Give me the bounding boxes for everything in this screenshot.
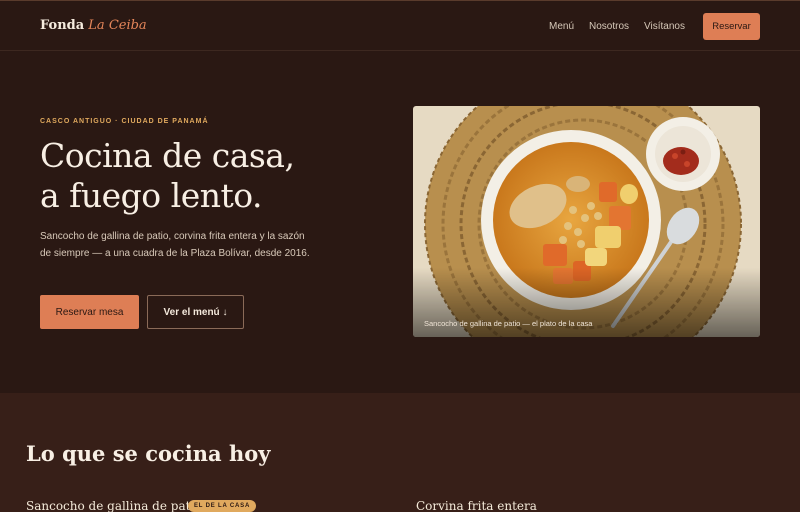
reservar-mesa-button[interactable]: Reservar mesa bbox=[40, 295, 139, 329]
reservar-button[interactable]: Reservar bbox=[703, 13, 760, 40]
logo-name: Fonda bbox=[40, 18, 85, 33]
hero-eyebrow: CASCO ANTIGUO · CIUDAD DE PANAMÁ bbox=[40, 118, 209, 125]
sancocho-photo bbox=[413, 106, 760, 337]
image-caption: Sancocho de gallina de patio — el plato … bbox=[424, 319, 593, 328]
headline-line-2: a fuego lento. bbox=[40, 176, 263, 215]
house-special-badge: EL DE LA CASA bbox=[188, 500, 257, 512]
logo[interactable]: Fonda La Ceiba bbox=[40, 18, 147, 33]
menu-section: Lo que se cocina hoy Sancocho de gallina… bbox=[0, 393, 800, 512]
menu-section-title: Lo que se cocina hoy bbox=[26, 441, 271, 466]
headline-line-1: Cocina de casa, bbox=[40, 136, 295, 175]
dish-name-sancocho: Sancocho de gallina de patio bbox=[26, 499, 202, 512]
hero-description: Sancocho de gallina de patio, corvina fr… bbox=[40, 231, 310, 259]
hero-headline: Cocina de casa, a fuego lento. bbox=[40, 136, 380, 216]
hero-image: Sancocho de gallina de patio — el plato … bbox=[413, 106, 760, 337]
site-header: Fonda La Ceiba Menú Nosotros Visítanos R… bbox=[0, 0, 800, 51]
dish-name-corvina: Corvina frita entera bbox=[416, 499, 537, 512]
ver-menu-button[interactable]: Ver el menú ↓ bbox=[147, 295, 244, 329]
nav-link-visitanos[interactable]: Visítanos bbox=[644, 21, 685, 32]
nav-link-menu[interactable]: Menú bbox=[549, 21, 574, 32]
nav-link-nosotros[interactable]: Nosotros bbox=[589, 21, 629, 32]
logo-name-accent: La Ceiba bbox=[88, 18, 147, 33]
